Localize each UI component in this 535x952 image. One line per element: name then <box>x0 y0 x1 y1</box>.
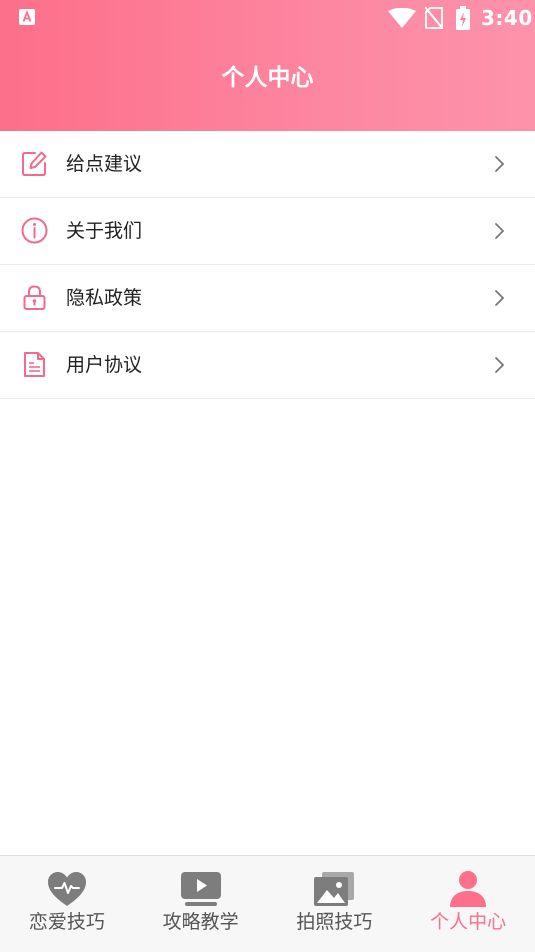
chevron-right-icon <box>495 223 505 239</box>
app-a-icon <box>19 9 35 25</box>
chevron-right-icon <box>495 290 505 306</box>
chevron-right-icon <box>495 156 505 172</box>
menu-item-label: 用户协议 <box>66 354 143 376</box>
bottom-tab-bar: 恋爱技巧 攻略教学 拍照技巧 个人中心 <box>0 855 535 952</box>
tab-label: 攻略教学 <box>162 911 239 933</box>
settings-menu: 给点建议 关于我们 隐私政策 用户协议 <box>0 131 535 399</box>
menu-item-label: 关于我们 <box>66 220 143 242</box>
tab-photo-tips[interactable]: 拍照技巧 <box>268 856 402 952</box>
menu-item-feedback[interactable]: 给点建议 <box>0 131 535 198</box>
edit-icon <box>22 151 47 176</box>
menu-item-privacy-policy[interactable]: 隐私政策 <box>0 265 535 332</box>
status-time: 3:40 <box>481 6 533 30</box>
info-icon <box>21 217 48 244</box>
header: 3:40 个人中心 <box>0 0 535 131</box>
status-bar: 3:40 <box>0 0 535 36</box>
lock-icon <box>23 285 46 310</box>
tab-personal-center[interactable]: 个人中心 <box>401 856 535 952</box>
menu-item-about-us[interactable]: 关于我们 <box>0 198 535 265</box>
chevron-right-icon <box>495 357 505 373</box>
tab-love-tips[interactable]: 恋爱技巧 <box>0 856 134 952</box>
heart-pulse-icon <box>47 872 86 906</box>
play-video-icon <box>180 872 221 906</box>
photo-gallery-icon <box>314 872 355 906</box>
document-icon <box>24 352 45 377</box>
menu-item-label: 隐私政策 <box>66 287 143 309</box>
no-sim-icon <box>425 7 443 29</box>
menu-item-label: 给点建议 <box>66 153 143 175</box>
wifi-icon <box>388 8 416 28</box>
tab-label: 个人中心 <box>430 911 507 933</box>
tab-label: 拍照技巧 <box>296 911 373 933</box>
person-icon <box>450 871 487 907</box>
page-title: 个人中心 <box>221 65 314 91</box>
tab-guide-tutorial[interactable]: 攻略教学 <box>134 856 268 952</box>
tab-label: 恋爱技巧 <box>28 911 105 933</box>
menu-item-user-agreement[interactable]: 用户协议 <box>0 332 535 399</box>
battery-charging-icon <box>456 6 470 30</box>
